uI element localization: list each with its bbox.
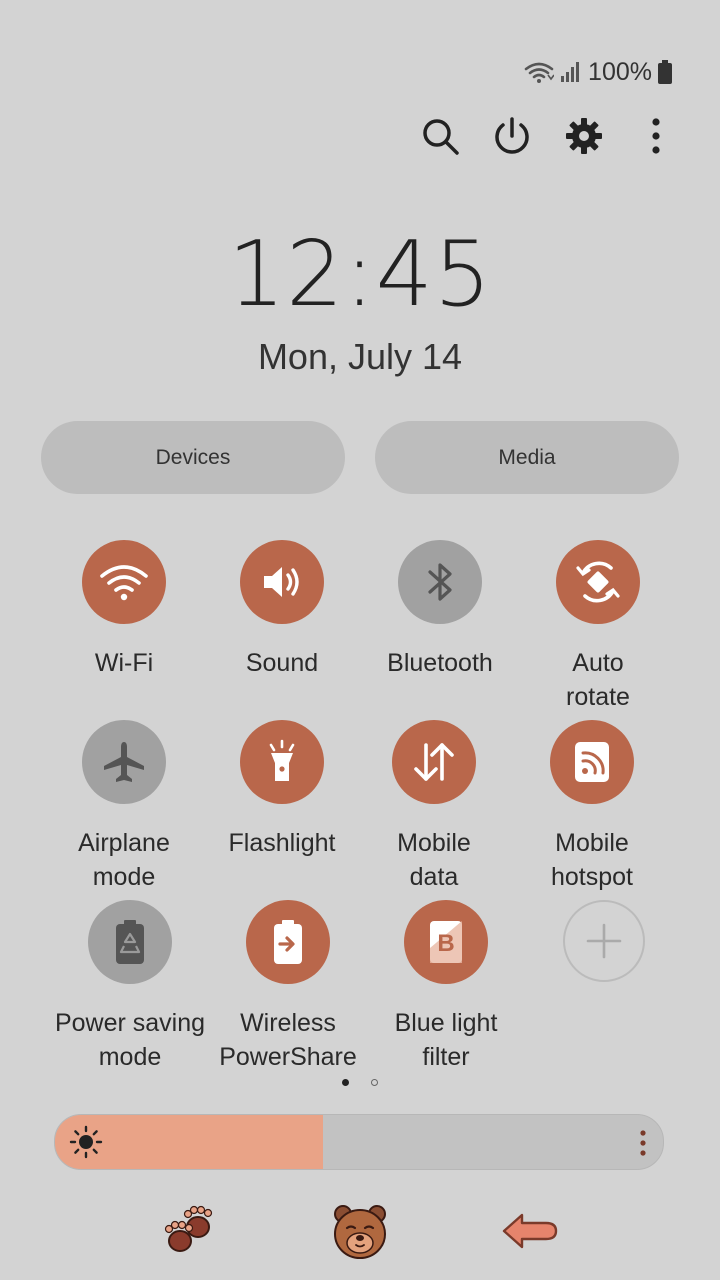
tile-label: Mobile hotspot [550,829,633,891]
battery-icon [658,60,672,84]
paw-print-icon[interactable] [155,1196,225,1266]
clock-time: 12:45 [227,222,493,327]
tile-label: Flashlight [228,829,336,857]
battery-percent: 100% [588,57,652,86]
tile-label: Mobile data [397,829,471,891]
back-arrow-icon[interactable] [495,1196,565,1266]
hotspot-icon [550,720,634,804]
sun-icon [69,1125,103,1159]
tile-auto-rotate[interactable]: Auto rotate [518,540,678,714]
blue-light-filter-icon: B [404,900,488,984]
tile-sound[interactable]: Sound [202,540,362,680]
page-indicator [0,1079,720,1086]
mobile-data-icon [392,720,476,804]
tile-label: Auto rotate [566,649,630,711]
tile-label: Wireless PowerShare [219,1009,357,1071]
media-label: Media [498,445,556,469]
settings-icon[interactable] [562,114,606,158]
bear-face-icon[interactable] [325,1196,395,1266]
page-dot-active[interactable] [342,1079,349,1086]
signal-icon [561,62,580,82]
devices-button[interactable]: Devices [41,421,345,494]
page-dot-inactive[interactable] [371,1079,378,1086]
power-saving-icon [88,900,172,984]
header-actions [0,114,720,158]
tile-airplane-mode[interactable]: Airplane mode [44,720,204,894]
tile-add[interactable] [524,900,684,982]
status-bar: 100% [524,56,672,88]
airplane-icon [82,720,166,804]
tile-label: Bluetooth [387,649,493,677]
brightness-slider[interactable] [54,1114,664,1170]
tile-label: Wi-Fi [94,649,154,677]
tile-mobile-hotspot[interactable]: Mobile hotspot [512,720,672,894]
wifi-icon [524,62,555,83]
tile-wireless-powershare[interactable]: Wireless PowerShare [208,900,368,1074]
clock-date: Mon, July 14 [257,336,463,377]
tile-bluetooth[interactable]: Bluetooth [360,540,520,680]
power-icon[interactable] [490,114,534,158]
sound-icon [240,540,324,624]
media-button[interactable]: Media [375,421,679,494]
tile-label: Blue light filter [394,1009,498,1071]
tile-flashlight[interactable]: Flashlight [202,720,362,860]
svg-text:B: B [437,930,454,957]
search-icon[interactable] [418,114,462,158]
tile-power-saving-mode[interactable]: Power saving mode [50,900,210,1074]
wireless-powershare-icon [246,900,330,984]
devices-label: Devices [155,445,231,469]
more-options-icon[interactable] [634,114,678,158]
tile-label: Power saving mode [54,1009,206,1071]
tile-wifi[interactable]: Wi-Fi [44,540,204,680]
wifi-icon [82,540,166,624]
auto-rotate-icon [556,540,640,624]
tile-label: Sound [245,649,319,677]
brightness-more-icon[interactable] [639,1129,647,1157]
tile-blue-light-filter[interactable]: B Blue light filter [366,900,526,1074]
add-tile-icon [563,900,645,982]
tile-label: Airplane mode [78,829,170,891]
tile-mobile-data[interactable]: Mobile data [354,720,514,894]
bluetooth-icon [398,540,482,624]
flashlight-icon [240,720,324,804]
